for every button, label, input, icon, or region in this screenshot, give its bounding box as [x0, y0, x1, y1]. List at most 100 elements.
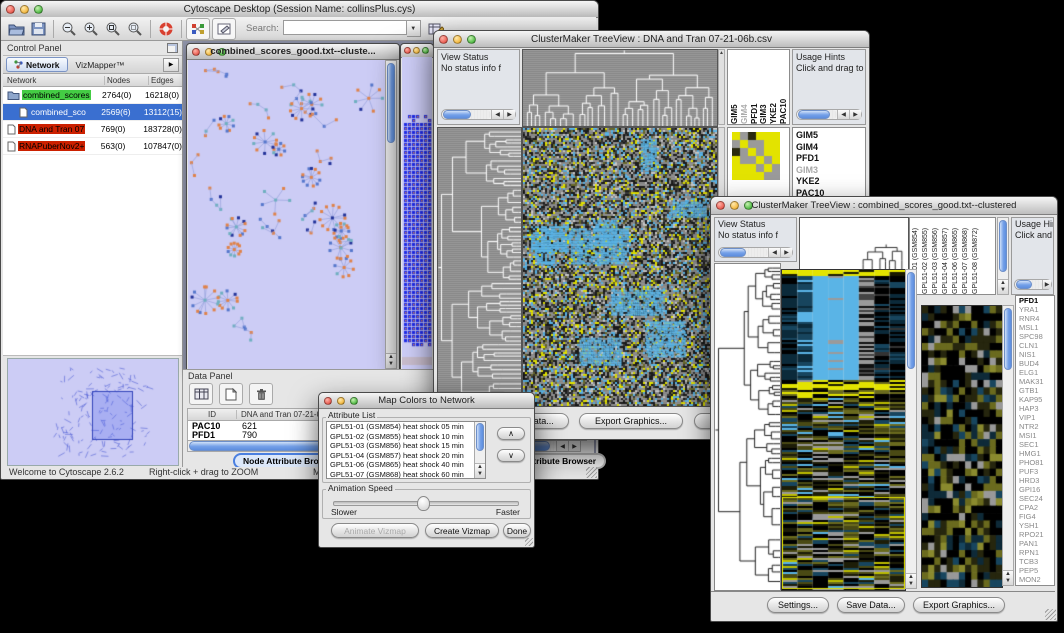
gene-label[interactable]: RPO21: [1016, 530, 1054, 539]
zoom-in-icon[interactable]: [80, 19, 102, 39]
settings-button[interactable]: Settings...: [767, 597, 829, 613]
gene-label[interactable]: BUD4: [1016, 359, 1054, 368]
create-vizmap-button[interactable]: Create Vizmap: [425, 523, 499, 538]
network-vertical-scrollbar[interactable]: ▲▼: [385, 60, 397, 369]
dialog-resize-grip[interactable]: [525, 538, 533, 546]
annotation-panel-icon[interactable]: [212, 18, 236, 40]
gene-label[interactable]: MON2: [1016, 575, 1054, 584]
zoom-selected-icon[interactable]: [102, 19, 124, 39]
tv1-heatmap[interactable]: [522, 127, 718, 407]
attribute-list-item[interactable]: GPL51-04 (GSM857) heat shock 20 min: [327, 451, 485, 461]
gene-label[interactable]: FIG4: [1016, 512, 1054, 521]
network-row[interactable]: RNAPuberNov2+563(0)107847(0): [3, 138, 182, 155]
vizmapper-nodes-icon[interactable]: [186, 18, 210, 40]
help-lifering-icon[interactable]: [155, 19, 177, 39]
gene-label[interactable]: PUF3: [1016, 467, 1054, 476]
tv1-status-scrollbar[interactable]: ◀▶: [441, 109, 516, 120]
gene-label[interactable]: YSH1: [1016, 521, 1054, 530]
gene-label[interactable]: YKE2: [793, 176, 865, 188]
tv1-subheatmap[interactable]: [732, 132, 780, 180]
animation-slider-thumb[interactable]: [417, 496, 430, 511]
attribute-list-scrollbar[interactable]: ▲▼: [474, 422, 485, 478]
zoom-fit-icon[interactable]: [124, 19, 146, 39]
delete-attribute-trash-icon[interactable]: [249, 383, 273, 405]
tv2-heatmap[interactable]: [781, 269, 906, 591]
tv2-gene-list[interactable]: PFD1YRA1RNR4MSL1SPC98CLN1NIS1BUD4ELG1MAK…: [1015, 295, 1055, 586]
zoom-window-icon[interactable]: [422, 47, 429, 54]
tv1-row-dendrogram[interactable]: [437, 127, 522, 407]
move-down-button[interactable]: ∨: [497, 449, 525, 462]
tv1-top-strip[interactable]: ▲: [718, 49, 725, 125]
tabs-overflow-icon[interactable]: ▶: [163, 58, 179, 72]
gene-label[interactable]: HMG1: [1016, 449, 1054, 458]
tv1-column-dendrogram[interactable]: [522, 49, 718, 127]
gene-label[interactable]: PFD1: [1016, 296, 1054, 305]
animate-vizmap-button[interactable]: Animate Vizmap: [331, 523, 419, 538]
tv2-hints-scrollbar[interactable]: ▶: [1014, 279, 1052, 290]
gene-label[interactable]: MSL1: [1016, 323, 1054, 332]
network-window-2-titlebar[interactable]: [401, 44, 433, 58]
gene-label[interactable]: PAN1: [1016, 539, 1054, 548]
gene-label[interactable]: PEP5: [1016, 566, 1054, 575]
attribute-list-item[interactable]: GPL51-02 (GSM855) heat shock 10 min: [327, 432, 485, 442]
gene-label[interactable]: VIP1: [1016, 413, 1054, 422]
tv2-status-scrollbar[interactable]: ◀▶: [718, 247, 793, 258]
tv2-heatmap-scrollbar[interactable]: ▲▼: [905, 269, 917, 589]
gene-label[interactable]: GIM4: [793, 142, 865, 154]
tv2-subheatmap[interactable]: [921, 305, 1003, 588]
network-birdseye-view[interactable]: [7, 358, 179, 466]
tab-vizmapper[interactable]: VizMapper™: [68, 58, 133, 71]
attribute-list-item[interactable]: GPL51-06 (GSM865) heat shock 40 min: [327, 460, 485, 470]
main-titlebar[interactable]: Cytoscape Desktop (Session Name: collins…: [1, 1, 598, 18]
gene-label[interactable]: ELG1: [1016, 368, 1054, 377]
gene-label[interactable]: NIS1: [1016, 350, 1054, 359]
gene-label[interactable]: PHO81: [1016, 458, 1054, 467]
tv2-titlebar[interactable]: ClusterMaker TreeView : combined_scores_…: [711, 197, 1057, 215]
attribute-listbox[interactable]: GPL51-01 (GSM854) heat shock 05 minGPL51…: [326, 421, 486, 479]
gene-label[interactable]: GPI16: [1016, 485, 1054, 494]
float-panel-icon[interactable]: [167, 43, 178, 53]
tv2-row-dendrogram[interactable]: [714, 263, 781, 591]
attribute-list-item[interactable]: GPL51-01 (GSM854) heat shock 05 min: [327, 422, 485, 432]
attribute-list-item[interactable]: GPL51-07 (GSM868) heat shock 60 min: [327, 470, 485, 480]
open-file-icon[interactable]: [5, 19, 27, 39]
gene-label[interactable]: GIM5: [793, 130, 865, 142]
zoom-out-icon[interactable]: [58, 19, 80, 39]
gene-label[interactable]: SPC98: [1016, 332, 1054, 341]
tv2-labels-scrollbar[interactable]: ▲▼: [997, 217, 1009, 295]
new-attribute-icon[interactable]: [219, 383, 243, 405]
select-attributes-icon[interactable]: [189, 383, 213, 405]
gene-label[interactable]: GTB1: [1016, 386, 1054, 395]
search-dropdown-icon[interactable]: ▼: [407, 20, 421, 37]
search-input[interactable]: [283, 20, 407, 35]
main-resize-grip[interactable]: [586, 467, 597, 478]
network-row[interactable]: combined_scores2764(0)16218(0): [3, 87, 182, 104]
gene-label[interactable]: CPA2: [1016, 503, 1054, 512]
network-canvas-2[interactable]: [402, 57, 432, 369]
gene-label[interactable]: GIM3: [793, 165, 865, 177]
gene-label[interactable]: HRD3: [1016, 476, 1054, 485]
network-row[interactable]: DNA and Tran 07769(0)183728(0): [3, 121, 182, 138]
gene-label[interactable]: TCB3: [1016, 557, 1054, 566]
gene-label[interactable]: CLN1: [1016, 341, 1054, 350]
network-canvas[interactable]: [188, 60, 385, 369]
tv1-titlebar[interactable]: ClusterMaker TreeView : DNA and Tran 07-…: [434, 31, 869, 48]
gene-label[interactable]: YRA1: [1016, 305, 1054, 314]
gene-label[interactable]: RNR4: [1016, 314, 1054, 323]
tv2-subheatmap-scrollbar[interactable]: ▲▼: [1002, 305, 1014, 586]
close-icon[interactable]: [404, 47, 411, 54]
done-button[interactable]: Done: [503, 523, 531, 538]
gene-label[interactable]: SEC24: [1016, 494, 1054, 503]
attribute-list-item[interactable]: GPL51-03 (GSM856) heat shock 15 min: [327, 441, 485, 451]
network-window-titlebar[interactable]: combined_scores_good.txt--cluste...: [187, 44, 399, 60]
save-icon[interactable]: [27, 19, 49, 39]
gene-label[interactable]: KAP95: [1016, 395, 1054, 404]
move-up-button[interactable]: ∧: [497, 427, 525, 440]
gene-label[interactable]: RPN1: [1016, 548, 1054, 557]
dialog-titlebar[interactable]: Map Colors to Network: [319, 393, 534, 409]
network-row[interactable]: combined_sco2569(6)13112(15): [3, 104, 182, 121]
save-data-button[interactable]: Save Data...: [837, 597, 905, 613]
export-graphics-button[interactable]: Export Graphics...: [579, 413, 683, 429]
gene-label[interactable]: HAP3: [1016, 404, 1054, 413]
tab-network[interactable]: Network: [6, 57, 68, 72]
